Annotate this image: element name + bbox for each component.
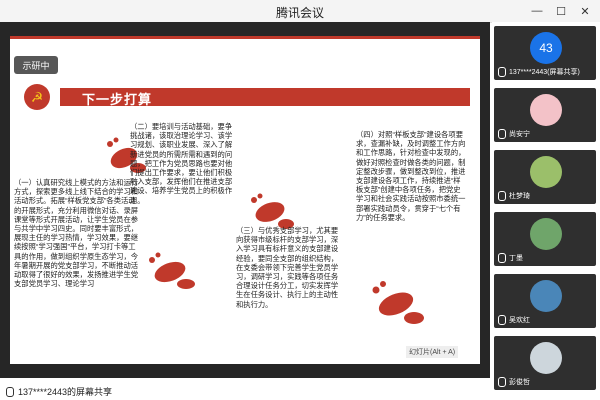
avatar — [530, 156, 562, 188]
participant-tile[interactable]: 丁墨 — [494, 212, 596, 266]
participant-tile[interactable]: 彭俊哲 — [494, 336, 596, 390]
participant-name-label: 彭俊哲 — [509, 379, 530, 386]
slide-section-three: （三）与优秀支部学习，尤其要向获得市级标杆的支部学习，深入学习具有标杆意义的支部… — [236, 226, 339, 309]
slide-section-one: （一）认真研究线上模式的方法和运行方式，探索更多线上线下结合的学习和活动形式。拓… — [14, 178, 139, 289]
footprint-icon — [149, 252, 195, 289]
avatar — [530, 94, 562, 126]
share-label: 137****2443的屏幕共享 — [18, 387, 113, 397]
slide-section-four: （四）对照“样板支部”建设各项要求，查漏补缺，及时调整工作方向和工作思路，针对检… — [356, 130, 466, 222]
participant-name: 丁墨 — [498, 253, 523, 263]
microphone-icon — [498, 253, 506, 263]
avatar — [530, 218, 562, 250]
microphone-icon — [498, 191, 506, 201]
minimize-icon[interactable]: — — [528, 2, 546, 20]
party-emblem-icon: ☭ — [24, 84, 50, 110]
microphone-icon — [6, 386, 14, 397]
slide-zoom-label[interactable]: 幻灯片(Alt + A) — [406, 346, 459, 358]
footprint-icon — [372, 281, 424, 324]
window-title: 腾讯会议 — [275, 6, 324, 20]
microphone-icon — [498, 315, 506, 325]
close-icon[interactable]: ✕ — [576, 2, 594, 20]
participant-sidebar: 43 137****2443(屏幕共享) 尚安宁 杜梦琦 丁墨 吴欢红 彭俊哲 — [492, 22, 600, 400]
participant-name-label: 尚安宁 — [509, 131, 530, 138]
participant-name: 137****2443(屏幕共享) — [498, 67, 580, 77]
slide-top-decoration — [10, 36, 480, 39]
participant-name-label: 吴欢红 — [509, 317, 530, 324]
avatar-initial: 43 — [539, 41, 553, 55]
participant-name-label: 丁墨 — [509, 255, 523, 262]
slide-heading: 下一步打算 — [82, 92, 153, 107]
participant-name: 彭俊哲 — [498, 377, 530, 387]
microphone-icon — [498, 129, 506, 139]
participant-name-label: 杜梦琦 — [509, 193, 530, 200]
microphone-icon — [498, 377, 506, 387]
participant-name: 杜梦琦 — [498, 191, 530, 201]
microphone-icon — [498, 67, 506, 77]
bottom-status-bar: 137****2443的屏幕共享 — [0, 378, 490, 400]
slide-logo-text: 示研中 — [22, 60, 50, 71]
shared-screen-stage: 示研中 下一步打算 ☭ （一）认真研究线上模式的方法和运行方式，探索更多线上线下… — [0, 22, 490, 378]
slide-section-two: （二）要培训与活动基础，要争挑战诸，该取治理论学习、该学习规划、该职业发展、深入… — [130, 122, 233, 205]
maximize-icon[interactable]: ☐ — [552, 2, 570, 20]
avatar: 43 — [530, 32, 562, 64]
participant-tile[interactable]: 吴欢红 — [494, 274, 596, 328]
avatar — [530, 280, 562, 312]
avatar — [530, 342, 562, 374]
participant-tile[interactable]: 杜梦琦 — [494, 150, 596, 204]
window-titlebar: 腾讯会议 — ☐ ✕ — [0, 0, 600, 23]
participant-name: 吴欢红 — [498, 315, 530, 325]
participant-name: 尚安宁 — [498, 129, 530, 139]
participant-tile[interactable]: 43 137****2443(屏幕共享) — [494, 26, 596, 80]
participant-tile[interactable]: 尚安宁 — [494, 88, 596, 142]
slide-logo: 示研中 — [14, 56, 58, 74]
screen-share-indicator[interactable]: 137****2443的屏幕共享 — [6, 385, 112, 398]
participant-name-label: 137****2443(屏幕共享) — [509, 69, 580, 76]
slide-header-bar: 下一步打算 — [60, 88, 470, 107]
presentation-slide: 示研中 下一步打算 ☭ （一）认真研究线上模式的方法和运行方式，探索更多线上线下… — [10, 36, 480, 364]
